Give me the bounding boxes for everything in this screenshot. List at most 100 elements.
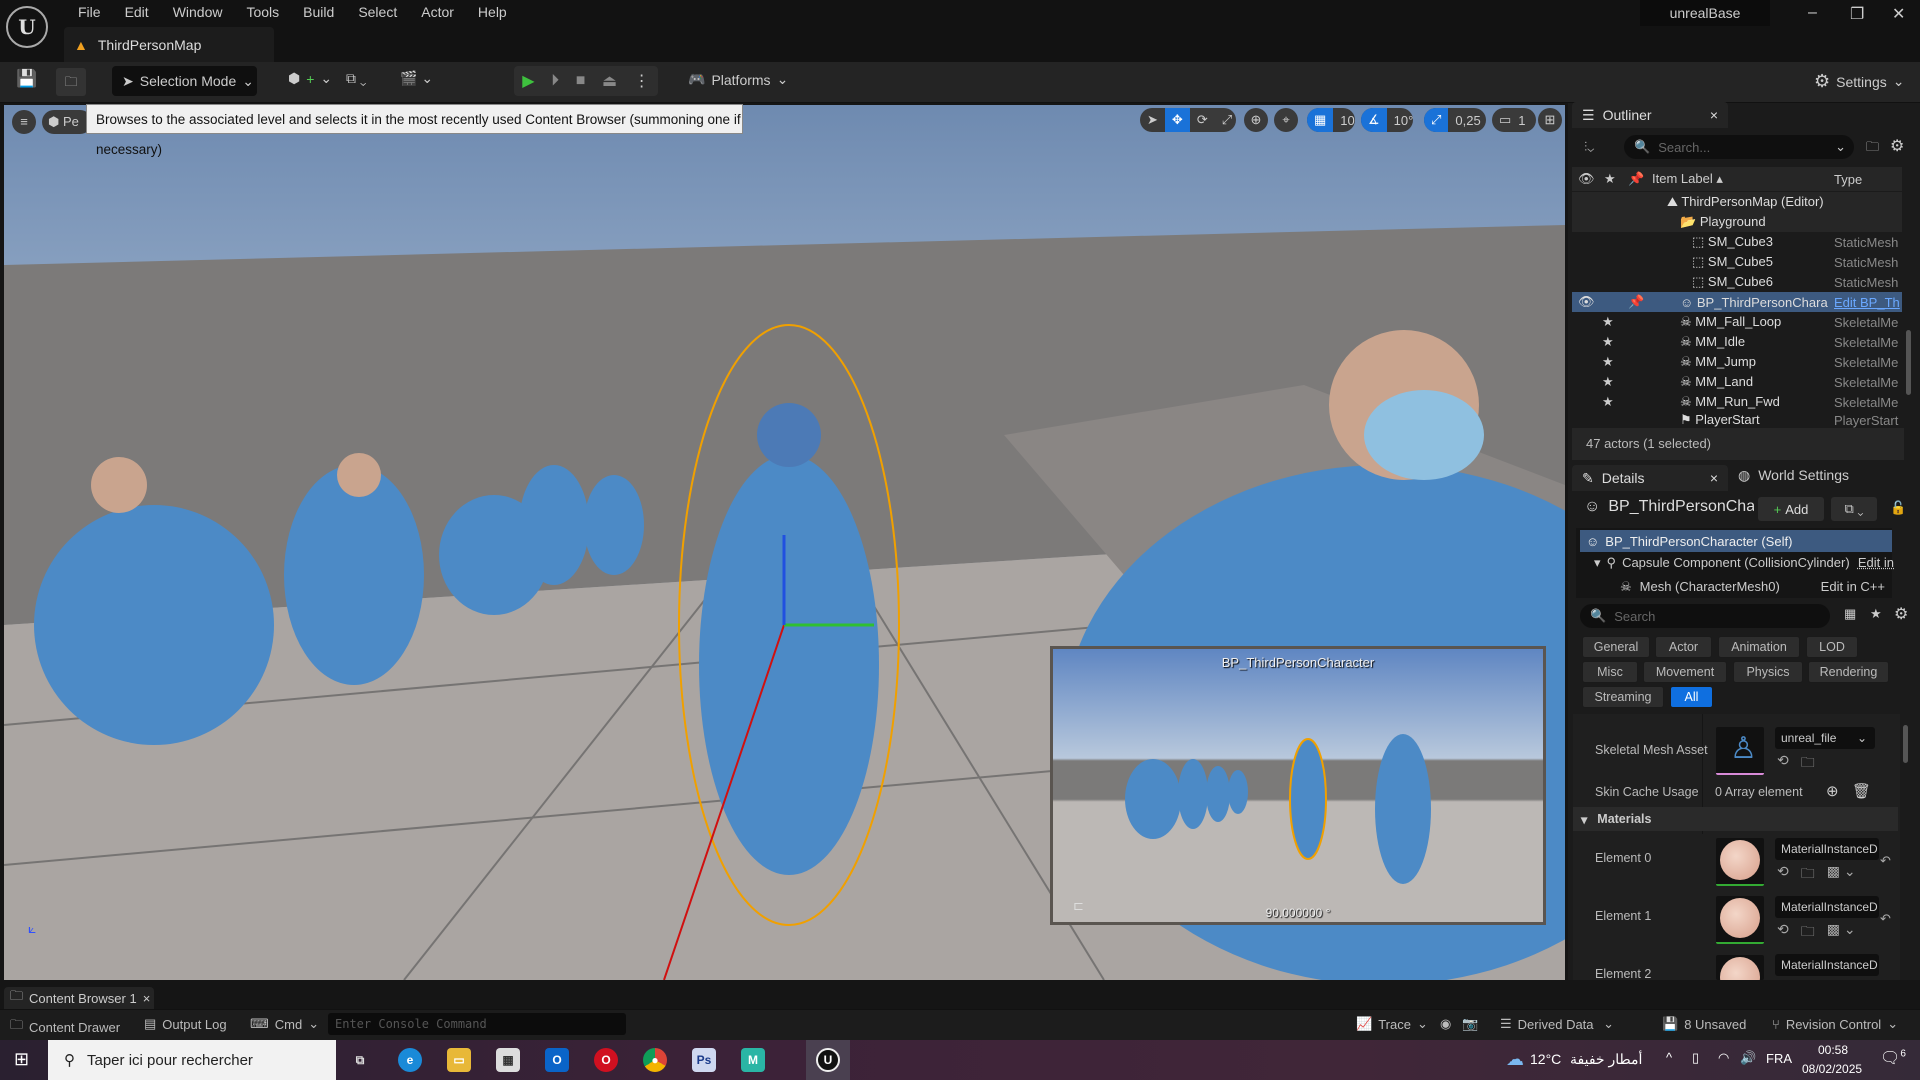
component-capsule[interactable]: ▾ ⚲ Capsule Component (CollisionCylinder)… bbox=[1594, 555, 1894, 571]
gear-icon[interactable]: ⚙ bbox=[1894, 604, 1908, 624]
material-dropdown[interactable]: MaterialInstanceD bbox=[1775, 838, 1879, 860]
step-icon[interactable]: ⏵ bbox=[551, 72, 559, 90]
content-drawer-button[interactable]: 🗀 Content Drawer bbox=[10, 1016, 120, 1038]
outliner-row-selected[interactable]: 👁 📌 ☺ BP_ThirdPersonChara Edit BP_Th bbox=[1572, 292, 1902, 312]
menu-actor[interactable]: Actor bbox=[409, 4, 466, 20]
trash-icon[interactable]: 🗑 bbox=[1852, 782, 1871, 800]
menu-build[interactable]: Build bbox=[291, 4, 346, 20]
close-icon[interactable]: ✕ bbox=[1892, 4, 1905, 24]
edit-in-link[interactable]: Edit in bbox=[1858, 555, 1894, 571]
filter-misc[interactable]: Misc bbox=[1582, 661, 1638, 683]
component-mesh[interactable]: ☠ Mesh (CharacterMesh0) Edit in C++ bbox=[1620, 579, 1885, 595]
derived-data-dropdown[interactable]: ☰ Derived Data ⌄ bbox=[1500, 1016, 1614, 1032]
skeletal-mesh-dropdown[interactable]: unreal_file ⌄ bbox=[1775, 727, 1875, 749]
outliner-row[interactable]: ★ ☠ MM_Land SkeletalMe bbox=[1572, 372, 1902, 392]
scale-tool-icon[interactable]: ⤢ bbox=[1215, 112, 1236, 128]
outliner-row[interactable]: ⬚ SM_Cube5 StaticMesh bbox=[1572, 252, 1902, 272]
outliner-row[interactable]: ★ ☠ MM_Fall_Loop SkeletalMe bbox=[1572, 312, 1902, 332]
menu-edit[interactable]: Edit bbox=[113, 4, 161, 20]
outliner-row[interactable]: ⬚ SM_Cube6 StaticMesh bbox=[1572, 272, 1902, 292]
filter-rendering[interactable]: Rendering bbox=[1808, 661, 1889, 683]
item-label-header[interactable]: Item Label ▴ bbox=[1652, 171, 1723, 187]
use-selected-icon[interactable]: ⟲ bbox=[1777, 863, 1789, 887]
record-icon[interactable]: ◉ bbox=[1440, 1016, 1451, 1032]
task-view-icon[interactable]: ⧉ bbox=[348, 1048, 372, 1072]
filter-actor[interactable]: Actor bbox=[1655, 636, 1712, 658]
store-icon[interactable]: ▦ bbox=[496, 1048, 520, 1072]
visibility-icon[interactable]: 👁 bbox=[1578, 171, 1595, 187]
camera-speed-button[interactable]: ▭ 1 bbox=[1492, 108, 1536, 132]
unreal-taskbar-button[interactable]: U bbox=[806, 1040, 850, 1080]
outliner-row[interactable]: ⚑ PlayerStart PlayerStart bbox=[1572, 412, 1902, 428]
select-tool-icon[interactable]: ➤ bbox=[1140, 112, 1165, 128]
outliner-tab[interactable]: ☰ Outliner × bbox=[1572, 102, 1728, 128]
material-thumbnail[interactable] bbox=[1716, 955, 1764, 980]
skeletal-mesh-thumbnail[interactable]: ♙ bbox=[1716, 727, 1764, 775]
checker-icon[interactable]: ▩ ⌄ bbox=[1827, 921, 1856, 945]
materials-section-header[interactable]: ▾ Materials bbox=[1573, 807, 1898, 831]
menu-file[interactable]: File bbox=[66, 4, 113, 20]
close-tab-icon[interactable]: × bbox=[1710, 107, 1718, 123]
unreal-logo-icon[interactable]: U bbox=[6, 6, 48, 48]
platforms-dropdown[interactable]: 🎮 Platforms ⌄ bbox=[688, 71, 788, 88]
filter-physics[interactable]: Physics bbox=[1733, 661, 1803, 683]
grid-snap-toggle[interactable]: ▦ 10 bbox=[1307, 108, 1355, 132]
notifications-icon[interactable]: 🗨6 bbox=[1880, 1048, 1906, 1068]
material-dropdown[interactable]: MaterialInstanceD bbox=[1775, 954, 1879, 976]
edit-blueprint-link[interactable]: Edit BP_Th bbox=[1834, 295, 1902, 310]
filter-general[interactable]: General bbox=[1582, 636, 1650, 658]
clock-time[interactable]: 00:58 bbox=[1818, 1043, 1848, 1057]
details-search-input[interactable]: 🔍 Search bbox=[1580, 604, 1830, 628]
add-folder-icon[interactable]: 🗀 bbox=[1866, 138, 1879, 160]
outliner-row[interactable]: 📂 Playground bbox=[1572, 212, 1902, 232]
screenshot-icon[interactable]: 📷 bbox=[1462, 1016, 1478, 1032]
star-icon[interactable]: ★ bbox=[1604, 171, 1616, 187]
perspective-button[interactable]: ⬢ Pe bbox=[42, 110, 92, 134]
use-selected-icon[interactable]: ⟲ bbox=[1777, 921, 1789, 945]
outliner-row[interactable]: ⬚ SM_Cube3 StaticMesh bbox=[1572, 232, 1902, 252]
outliner-scrollbar[interactable] bbox=[1906, 330, 1911, 395]
save-icon[interactable]: 💾 bbox=[16, 69, 37, 89]
rotation-snap-toggle[interactable]: ∡ 10° bbox=[1361, 108, 1413, 132]
unsaved-button[interactable]: 💾 8 Unsaved bbox=[1662, 1016, 1746, 1032]
filter-all[interactable]: All bbox=[1670, 686, 1713, 708]
expand-arrow-icon[interactable]: ▾ bbox=[1594, 555, 1601, 571]
outliner-search-input[interactable]: 🔍 Search... ⌄ bbox=[1624, 135, 1854, 159]
taskbar-search-input[interactable]: ⚲ Taper ici pour rechercher bbox=[48, 1040, 336, 1080]
add-actor-button[interactable]: ⬢ + ⌄ bbox=[288, 70, 332, 87]
camera-tray-icon[interactable]: ▯ bbox=[1692, 1050, 1699, 1066]
windows-start-icon[interactable]: ⊞ bbox=[14, 1049, 29, 1070]
blueprint-button[interactable]: ⧉ ⌄ bbox=[346, 70, 367, 87]
edit-in-cpp-link[interactable]: Edit in C++ bbox=[1821, 579, 1885, 595]
settings-dropdown[interactable]: ⚙ Settings ⌄ bbox=[1814, 71, 1904, 92]
filter-movement[interactable]: Movement bbox=[1643, 661, 1727, 683]
edge-icon[interactable]: e bbox=[398, 1048, 422, 1072]
viewport-menu-icon[interactable]: ≡ bbox=[12, 110, 36, 134]
filter-animation[interactable]: Animation bbox=[1718, 636, 1800, 658]
chrome-icon[interactable]: ● bbox=[643, 1048, 667, 1072]
close-tab-icon[interactable]: × bbox=[143, 991, 151, 1006]
minimize-icon[interactable]: – bbox=[1808, 4, 1817, 22]
surface-snap-icon[interactable]: ⌖ bbox=[1274, 108, 1298, 132]
material-dropdown[interactable]: MaterialInstanceD bbox=[1775, 896, 1879, 918]
cmd-dropdown[interactable]: ⌨ Cmd ⌄ bbox=[250, 1016, 319, 1032]
pin-icon[interactable]: 📌 bbox=[1628, 171, 1644, 187]
favorites-star-icon[interactable]: ★ bbox=[1870, 606, 1882, 622]
blueprint-options-dropdown[interactable]: ⧉ ⌄ bbox=[1831, 497, 1877, 521]
restore-icon[interactable]: ❐ bbox=[1850, 4, 1864, 24]
opera-icon[interactable]: O bbox=[594, 1048, 618, 1072]
outlook-icon[interactable]: O bbox=[545, 1048, 569, 1072]
outliner-row[interactable]: ★ ☠ MM_Jump SkeletalMe bbox=[1572, 352, 1902, 372]
menu-help[interactable]: Help bbox=[466, 4, 519, 20]
menu-window[interactable]: Window bbox=[161, 4, 235, 20]
outliner-row[interactable]: ★ ☠ MM_Run_Fwd SkeletalMe bbox=[1572, 392, 1902, 412]
component-self[interactable]: ☺ BP_ThirdPersonCharacter (Self) bbox=[1580, 530, 1892, 552]
browse-content-icon[interactable]: 🗀 bbox=[56, 68, 86, 96]
details-tab[interactable]: ✎ Details × bbox=[1572, 465, 1728, 491]
material-thumbnail[interactable] bbox=[1716, 896, 1764, 944]
table-view-icon[interactable]: ▦ bbox=[1844, 606, 1856, 622]
maya-icon[interactable]: M bbox=[741, 1048, 765, 1072]
revision-control-dropdown[interactable]: ⑂ Revision Control ⌄ bbox=[1772, 1016, 1898, 1032]
add-element-icon[interactable]: ⊕ bbox=[1826, 782, 1839, 800]
map-tab[interactable]: ▲ ThirdPersonMap bbox=[64, 27, 274, 62]
